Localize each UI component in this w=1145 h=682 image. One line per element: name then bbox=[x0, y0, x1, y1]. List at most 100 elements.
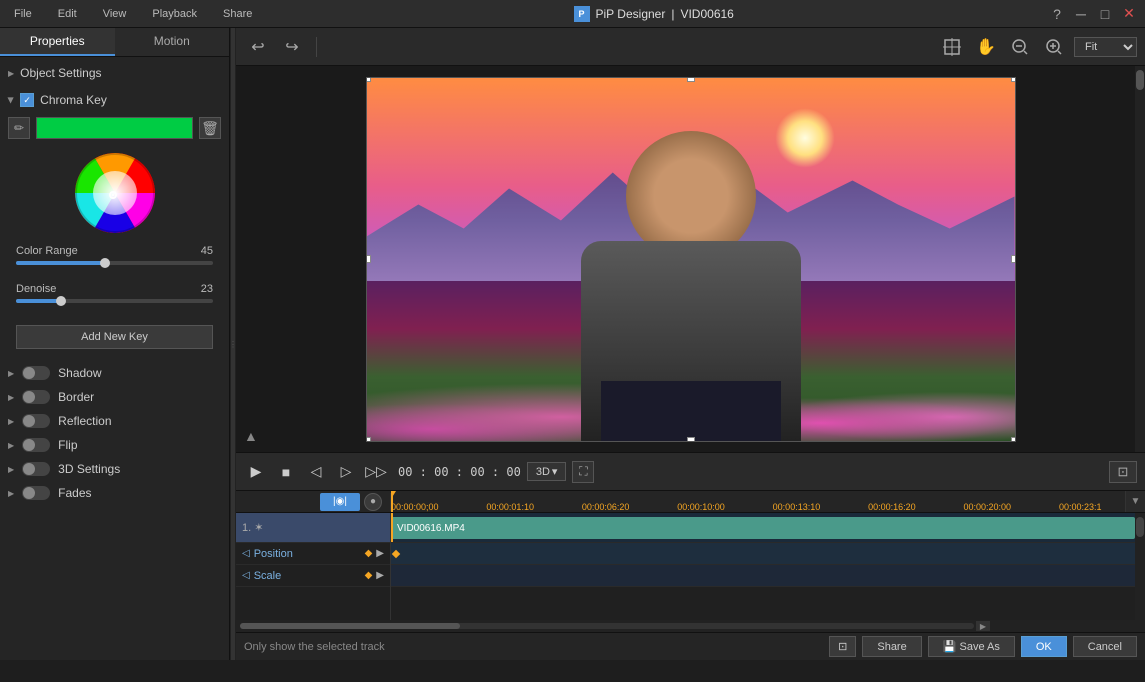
canvas-scrollbar[interactable] bbox=[1135, 66, 1145, 452]
bottom-right-buttons: ⊡ Share 💾 Save As OK Cancel bbox=[829, 636, 1137, 657]
expand-button[interactable]: ⛶ bbox=[572, 461, 594, 483]
toolbar-separator-1 bbox=[316, 37, 317, 57]
border-label: Border bbox=[58, 390, 94, 404]
handle-mr[interactable] bbox=[1011, 255, 1016, 263]
keyframe-row-position[interactable] bbox=[391, 543, 1135, 565]
border-toggle[interactable] bbox=[22, 390, 50, 404]
next-frame-button[interactable]: ▷ bbox=[334, 460, 358, 484]
cancel-button[interactable]: Cancel bbox=[1073, 636, 1137, 657]
monitor-button[interactable]: ⊡ bbox=[1109, 461, 1137, 483]
object-settings-header[interactable]: ▶ Object Settings bbox=[0, 61, 229, 85]
color-swatch[interactable] bbox=[36, 117, 193, 139]
handle-tr[interactable] bbox=[1011, 77, 1016, 82]
track-select-btn[interactable]: |◉| bbox=[320, 493, 360, 511]
3d-settings-label: 3D Settings bbox=[58, 462, 120, 476]
handle-tm[interactable] bbox=[687, 77, 695, 82]
playback-bar: ▶ ■ ◁ ▷ ▷▷ 00 : 00 : 00 : 00 3D▾ ⛶ ⊡ bbox=[236, 453, 1145, 491]
chroma-key-label: Chroma Key bbox=[40, 93, 107, 107]
expand-canvas-arrow[interactable]: ▲ bbox=[244, 428, 258, 444]
close-button[interactable]: ✕ bbox=[1121, 6, 1137, 22]
help-button[interactable]: ? bbox=[1049, 6, 1065, 22]
tab-row: Properties Motion bbox=[0, 28, 229, 57]
fit-select[interactable]: Fit 50% 75% 100% bbox=[1074, 37, 1137, 57]
border-section[interactable]: ▶ Border bbox=[0, 385, 229, 409]
scroll-right-btn[interactable]: ▶ bbox=[976, 621, 990, 631]
title-separator: | bbox=[671, 7, 674, 21]
handle-bm[interactable] bbox=[687, 437, 695, 442]
handle-bl[interactable] bbox=[366, 437, 371, 442]
select-tool-button[interactable] bbox=[938, 33, 966, 61]
fades-toggle[interactable] bbox=[22, 486, 50, 500]
shadow-toggle[interactable] bbox=[22, 366, 50, 380]
track-controls: |◉| ● bbox=[316, 493, 386, 511]
add-key-button[interactable]: Add New Key bbox=[16, 325, 213, 349]
reflection-toggle[interactable] bbox=[22, 414, 50, 428]
edit-menu[interactable]: Edit bbox=[52, 6, 83, 22]
track-record-btn[interactable]: ● bbox=[364, 493, 382, 511]
keyframe-row-scale[interactable] bbox=[391, 565, 1135, 587]
chroma-key-header: ▶ ✓ Chroma Key bbox=[8, 89, 221, 111]
maximize-button[interactable]: □ bbox=[1097, 6, 1113, 22]
video-frame[interactable] bbox=[366, 77, 1016, 442]
share-button[interactable]: Share bbox=[862, 636, 921, 657]
eyedropper-button[interactable]: ✏ bbox=[8, 117, 30, 139]
timeline-ruler: |◉| ● 00:00:00;00 00:00:01:10 00:00:06:2… bbox=[236, 491, 1145, 513]
track-label-video[interactable]: 1. ✶ bbox=[236, 513, 390, 543]
redo-button[interactable]: ↪ bbox=[278, 33, 306, 61]
left-panel: Properties Motion ▶ Object Settings ▶ ✓ … bbox=[0, 28, 230, 660]
flip-toggle[interactable] bbox=[22, 438, 50, 452]
file-name: VID00616 bbox=[680, 7, 733, 21]
flip-section[interactable]: ▶ Flip bbox=[0, 433, 229, 457]
track-position-text: Position bbox=[254, 548, 293, 560]
reflection-section[interactable]: ▶ Reflection bbox=[0, 409, 229, 433]
delete-color-button[interactable]: 🗑 bbox=[199, 117, 221, 139]
fast-forward-button[interactable]: ▷▷ bbox=[364, 460, 388, 484]
zoom-in-button[interactable] bbox=[1040, 33, 1068, 61]
playhead-marker[interactable] bbox=[391, 491, 396, 499]
save-as-button[interactable]: 💾 Save As bbox=[928, 636, 1015, 657]
prev-frame-button[interactable]: ◁ bbox=[304, 460, 328, 484]
handle-ml[interactable] bbox=[366, 255, 371, 263]
file-menu[interactable]: File bbox=[8, 6, 38, 22]
object-settings-label: Object Settings bbox=[20, 66, 101, 80]
video-clip[interactable]: VID00616.MP4 bbox=[391, 517, 1135, 539]
timeline-expand-btn[interactable]: ▼ bbox=[1125, 491, 1145, 513]
3d-settings-toggle[interactable] bbox=[22, 462, 50, 476]
save-as-icon: 💾 bbox=[943, 641, 957, 653]
3d-settings-section[interactable]: ▶ 3D Settings bbox=[0, 457, 229, 481]
track-scrollbar-right[interactable] bbox=[1135, 513, 1145, 620]
shadow-section[interactable]: ▶ Shadow bbox=[0, 361, 229, 385]
handle-br[interactable] bbox=[1011, 437, 1016, 442]
minimize-button[interactable]: ─ bbox=[1073, 6, 1089, 22]
chroma-key-checkbox[interactable]: ✓ bbox=[20, 93, 34, 107]
handle-tl[interactable] bbox=[366, 77, 371, 82]
ok-button[interactable]: OK bbox=[1021, 636, 1067, 657]
hand-tool-button[interactable]: ✋ bbox=[972, 33, 1000, 61]
track-label-position[interactable]: ◁ Position ◆ ▶ bbox=[236, 543, 390, 565]
chroma-key-triangle: ▶ bbox=[7, 97, 16, 103]
fades-section[interactable]: ▶ Fades bbox=[0, 481, 229, 505]
color-range-slider[interactable] bbox=[16, 261, 213, 265]
color-wheel[interactable] bbox=[75, 153, 155, 233]
tab-properties[interactable]: Properties bbox=[0, 28, 115, 56]
title-bar: File Edit View Playback Share P PiP Desi… bbox=[0, 0, 1145, 28]
toolbar-right: ✋ Fit 50% 75% 100% bbox=[938, 33, 1137, 61]
track-label-scale[interactable]: ◁ Scale ◆ ▶ bbox=[236, 565, 390, 587]
view-menu[interactable]: View bbox=[97, 6, 133, 22]
timecode-display: 00 : 00 : 00 : 00 bbox=[398, 465, 521, 479]
playback-menu[interactable]: Playback bbox=[146, 6, 203, 22]
timeline-h-scroll[interactable]: ▶ bbox=[236, 620, 1145, 632]
color-picker-row: ✏ 🗑 bbox=[8, 111, 221, 145]
tab-motion[interactable]: Motion bbox=[115, 28, 230, 56]
3d-mode-button[interactable]: 3D▾ bbox=[527, 462, 567, 481]
window-controls: ? ─ □ ✕ bbox=[1049, 6, 1137, 22]
track-row-video: VID00616.MP4 bbox=[391, 513, 1135, 543]
chroma-key-section: ▶ ✓ Chroma Key ✏ 🗑 bbox=[0, 85, 229, 361]
undo-button[interactable]: ↩ bbox=[244, 33, 272, 61]
stop-button[interactable]: ■ bbox=[274, 460, 298, 484]
zoom-out-button[interactable] bbox=[1006, 33, 1034, 61]
screen-icon-button[interactable]: ⊡ bbox=[829, 636, 856, 657]
share-menu[interactable]: Share bbox=[217, 6, 258, 22]
play-button[interactable]: ▶ bbox=[244, 460, 268, 484]
denoise-slider[interactable] bbox=[16, 299, 213, 303]
